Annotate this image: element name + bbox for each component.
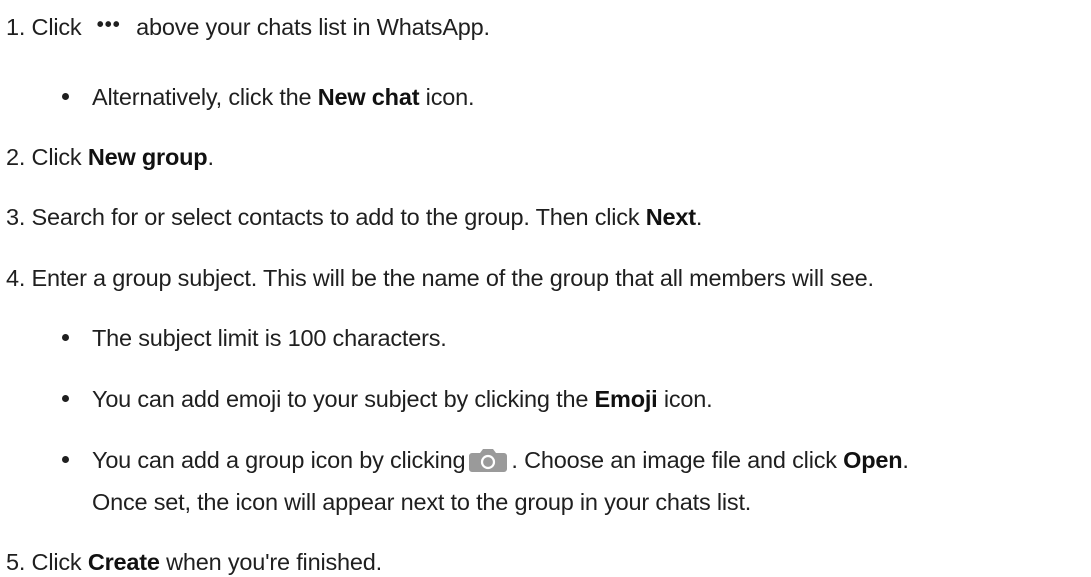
bullet-text: Once set, the icon will appear next to t…: [92, 489, 752, 515]
more-options-icon: •••: [96, 14, 121, 36]
step-text: .: [207, 144, 214, 170]
bullet-text: The subject limit is 100 characters.: [92, 325, 447, 351]
step-text: .: [695, 204, 703, 230]
step-text: Click: [31, 144, 82, 170]
step-5: 5. Click Create when you're finished.: [6, 547, 382, 577]
bullet-text: Alternatively, click the: [92, 84, 312, 110]
step-4-bullet-group-icon-continuation: Once set, the icon will appear next to t…: [92, 487, 751, 517]
bold-term-create: Create: [87, 549, 160, 575]
bullet-text: . Choose an image file and click: [511, 447, 837, 473]
step-text: Enter a group subject. This will be the …: [31, 265, 874, 291]
bold-term-new-chat: New chat: [317, 84, 420, 110]
step-number: 4.: [6, 265, 26, 291]
step-4: 4. Enter a group subject. This will be t…: [6, 263, 874, 293]
step-text: Click: [31, 549, 82, 575]
step-2: 2. Click New group.: [6, 142, 214, 172]
step-text: when you're finished.: [166, 549, 382, 575]
bullet-text: You can add a group icon by clicking: [92, 447, 466, 473]
bold-term-new-group: New group: [87, 144, 208, 170]
bullet-icon: [62, 323, 92, 353]
step-4-bullet-group-icon: You can add a group icon by clicking . Ch…: [62, 445, 909, 475]
help-article-steps: 1. Click ••• above your chats list in Wh…: [0, 0, 1091, 576]
bold-term-emoji: Emoji: [594, 386, 658, 412]
step-4-bullet-emoji: You can add emoji to your subject by cli…: [62, 384, 713, 414]
step-text: above your chats list in WhatsApp.: [136, 14, 490, 40]
step-1: 1. Click ••• above your chats list in Wh…: [6, 12, 490, 44]
step-text: Click: [31, 14, 82, 40]
bullet-text: You can add emoji to your subject by cli…: [92, 386, 589, 412]
step-number: 5.: [6, 549, 26, 575]
step-number: 3.: [6, 204, 26, 230]
step-number: 1.: [6, 14, 26, 40]
step-number: 2.: [6, 144, 26, 170]
step-4-bullet-subject-limit: The subject limit is 100 characters.: [62, 323, 447, 353]
bold-term-next: Next: [645, 204, 696, 230]
step-1-bullet: Alternatively, click the New chat icon.: [62, 82, 475, 112]
bullet-text: icon.: [663, 386, 713, 412]
bullet-text: .: [902, 447, 909, 473]
bold-term-open: Open: [843, 447, 903, 473]
bullet-icon: [62, 82, 92, 112]
bullet-text: icon.: [425, 84, 475, 110]
step-3: 3. Search for or select contacts to add …: [6, 202, 702, 232]
bullet-icon: [62, 445, 92, 475]
step-text: Search for or select contacts to add to …: [31, 204, 640, 230]
camera-icon: [468, 447, 508, 473]
bullet-icon: [62, 384, 92, 414]
